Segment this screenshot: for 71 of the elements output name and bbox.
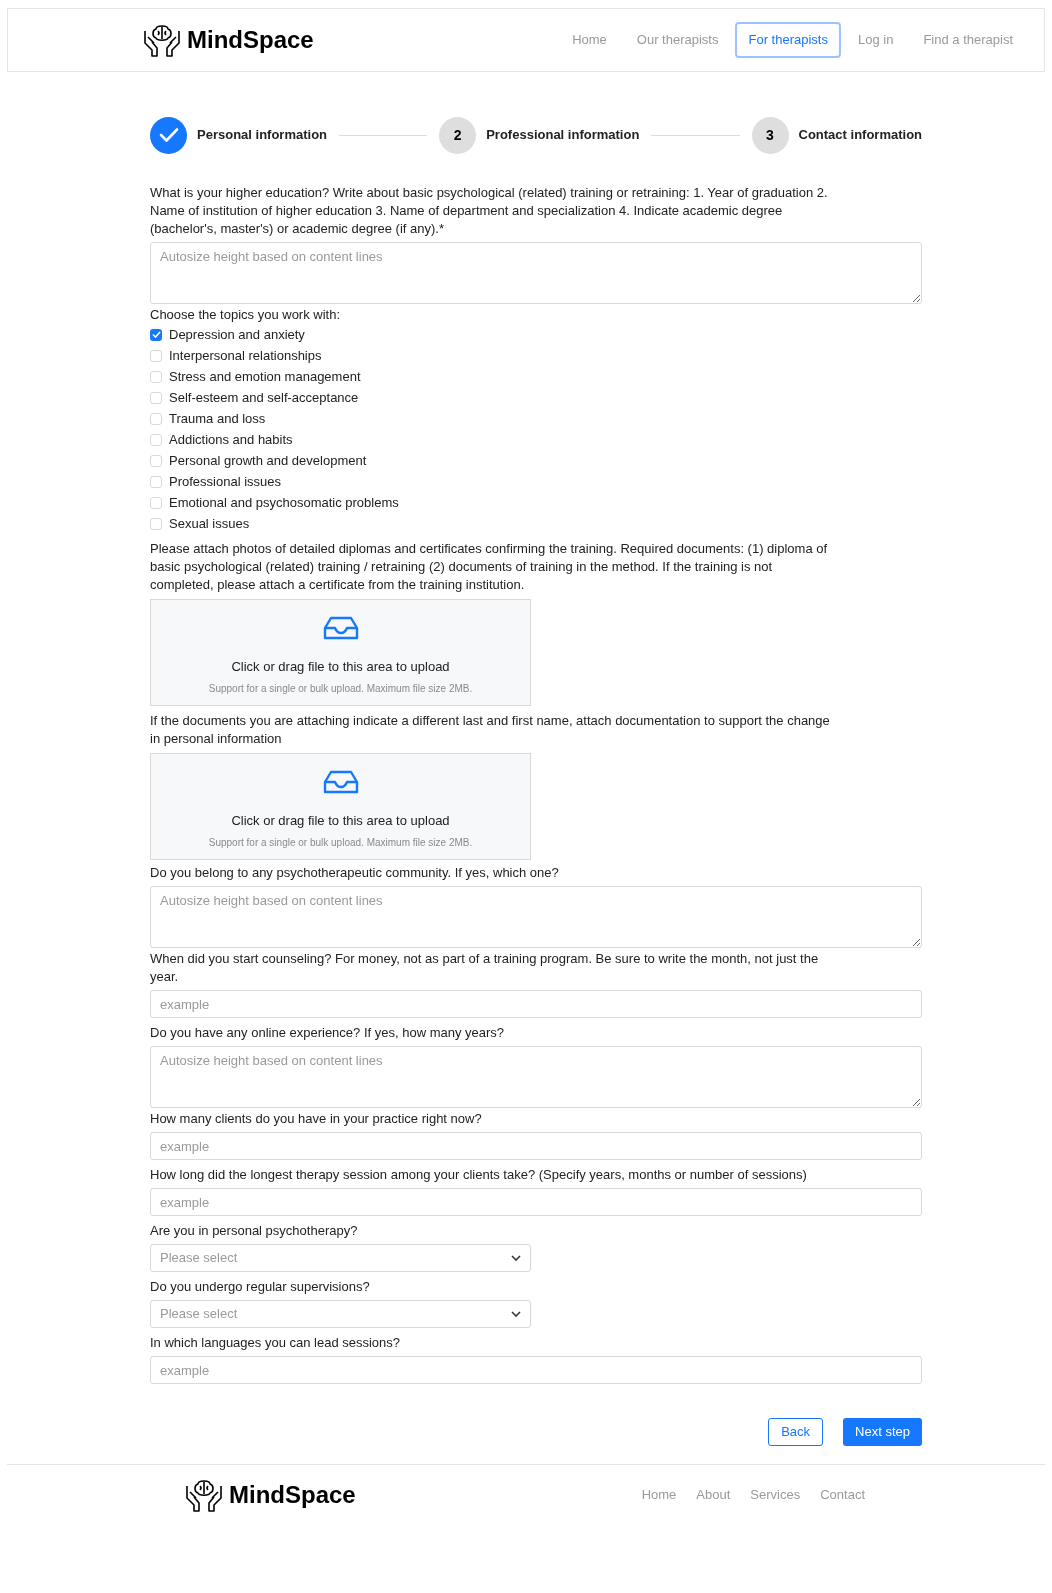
input-field[interactable]: example — [150, 1188, 922, 1216]
checkbox[interactable] — [150, 475, 162, 488]
input-field[interactable]: example — [150, 990, 922, 1018]
upload-title: Click or drag file to this area to upload — [231, 658, 450, 676]
input-field[interactable]: example — [150, 1356, 922, 1384]
checkbox-label: Depression and anxiety — [169, 325, 305, 344]
field-label: In which languages you can lead sessions? — [150, 1334, 402, 1352]
field-label: How many clients do you have in your practice right now? — [150, 1110, 483, 1128]
inbox-icon — [322, 616, 359, 640]
upload-area[interactable]: Click or drag file to this area to upload Support for a single or bulk upload. Maximum file size 2MB. — [150, 753, 531, 860]
field-label: Are you in personal psychotherapy? — [150, 1222, 359, 1240]
upload-hint: Support for a single or bulk upload. Maximum file size 2MB. — [208, 681, 473, 696]
upload-title: Click or drag file to this area to upload — [231, 812, 450, 830]
checkbox[interactable] — [150, 328, 162, 341]
checkbox-label: Self-esteem and self-acceptance — [169, 388, 359, 407]
step-label: Professional information — [486, 126, 640, 145]
field-label: If the documents you are attaching indicate a different last and first name, attach documentation to support the change in personal information — [150, 712, 830, 748]
text-area[interactable]: Autosize height based on content lines — [150, 886, 922, 948]
checkbox-label: Emotional and psychosomatic problems — [169, 493, 399, 512]
field-label: Do you belong to any psychotherapeutic community. If yes, which one? — [150, 864, 560, 882]
checkbox[interactable] — [150, 517, 162, 530]
footer-link[interactable]: Services — [750, 1484, 801, 1505]
step-number: 2 — [439, 116, 477, 154]
checkbox[interactable] — [150, 454, 162, 467]
checkbox-label: Personal growth and development — [169, 451, 367, 470]
input-field[interactable]: example — [150, 1132, 922, 1160]
nav-link[interactable]: Our therapists — [623, 22, 732, 58]
text-area[interactable]: Autosize height based on content lines — [150, 1046, 922, 1108]
brand-name: MindSpace — [229, 1479, 356, 1510]
checkbox-label: Addictions and habits — [169, 430, 293, 449]
step-label: Contact information — [798, 126, 922, 145]
checkbox-label: Stress and emotion management — [169, 367, 361, 386]
field-label: Please attach photos of detailed diplomas and certificates confirming the training. Required documents: (1) diploma of basic psychological (related) training / retraining (2) documents of training in the method. If the training is not completed, please attach a certificate from the training institution. — [150, 540, 829, 594]
select-field[interactable]: Please select — [150, 1244, 531, 1272]
nav-link[interactable]: For therapists — [735, 22, 841, 58]
checkbox[interactable] — [150, 349, 162, 362]
nav-link[interactable]: Find a therapist — [910, 22, 1026, 58]
upload-area[interactable]: Click or drag file to this area to upload Support for a single or bulk upload. Maximum file size 2MB. — [150, 599, 531, 706]
brain-hands-logo-icon — [143, 23, 181, 57]
chevron-down-icon — [511, 1255, 521, 1261]
brand-name: MindSpace — [187, 25, 314, 55]
checkbox[interactable] — [150, 391, 162, 404]
field-label: Do you undergo regular supervisions? — [150, 1278, 371, 1296]
select-field[interactable]: Please select — [150, 1300, 531, 1328]
step-label: Personal information — [197, 126, 328, 145]
checkbox-label: Professional issues — [169, 472, 281, 491]
text-area[interactable]: Autosize height based on content lines — [150, 242, 922, 304]
step-number: 3 — [751, 116, 789, 154]
checkbox[interactable] — [150, 433, 162, 446]
checkbox[interactable] — [150, 496, 162, 509]
chevron-down-icon — [511, 1311, 521, 1317]
field-label: When did you start counseling? For money, not as part of a training program. Be sure to write the month, not just the year. — [150, 950, 820, 986]
checkbox-label: Trauma and loss — [169, 409, 266, 428]
footer-link[interactable]: Home — [641, 1484, 677, 1505]
checkbox[interactable] — [150, 412, 162, 425]
field-label: Choose the topics you work with: — [150, 306, 342, 324]
inbox-icon — [322, 770, 359, 794]
footer-link[interactable]: About — [696, 1484, 731, 1505]
checkbox-label: Sexual issues — [169, 514, 250, 533]
checkbox[interactable] — [150, 370, 162, 383]
checkbox-label: Interpersonal relationships — [169, 346, 322, 365]
field-label: Do you have any online experience? If yes, how many years? — [150, 1024, 506, 1042]
field-label: How long did the longest therapy session among your clients take? (Specify years, months or number of sessions) — [150, 1166, 808, 1184]
upload-hint: Support for a single or bulk upload. Maximum file size 2MB. — [208, 835, 473, 850]
field-label: What is your higher education? Write about basic psychological (related) training or retraining: 1. Year of graduation 2. Name of institution of higher education 3. Name of department and specialization 4. Indicate academic degree (bachelor's, master's) or academic degree (if any).* — [150, 184, 829, 238]
back-button[interactable]: Back — [768, 1418, 824, 1446]
nav-link[interactable]: Log in — [844, 22, 907, 58]
nav-link[interactable]: Home — [559, 22, 620, 58]
footer-link[interactable]: Contact — [820, 1484, 865, 1505]
next-step-button[interactable]: Next step — [843, 1418, 922, 1446]
brain-hands-logo-icon — [185, 1477, 223, 1512]
